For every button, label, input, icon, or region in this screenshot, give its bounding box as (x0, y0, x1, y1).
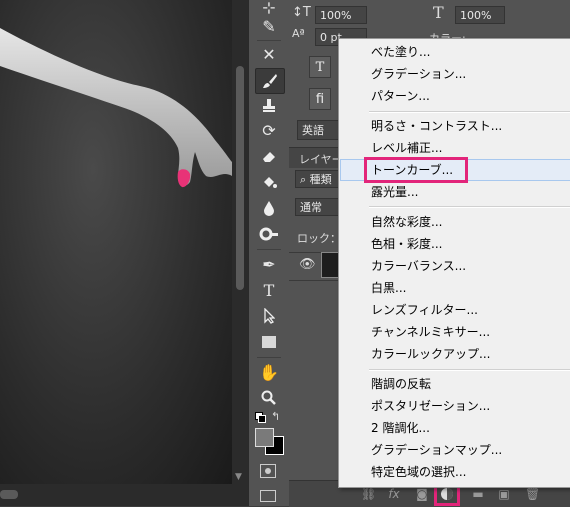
language-select[interactable]: 英語 (297, 120, 341, 140)
healing-brush-icon[interactable]: ✕ (255, 42, 283, 66)
swap-colors-icon[interactable]: ↰ (271, 410, 280, 423)
menu-item-gradient[interactable]: グラデーション... (371, 64, 570, 84)
leading-icon: ↕T (292, 5, 311, 20)
hand-icon[interactable]: ✋ (255, 360, 283, 384)
ligature-icon[interactable]: fi (309, 88, 331, 110)
menu-item-threshold[interactable]: 2 階調化... (371, 418, 570, 438)
vertical-scroll-thumb[interactable] (236, 66, 244, 290)
photo-hand (0, 28, 232, 188)
menu-item-black-white[interactable]: 白黒... (371, 278, 570, 298)
path-select-icon[interactable] (255, 304, 283, 328)
lock-label: ロック： (297, 232, 341, 245)
type-icon[interactable]: T (255, 278, 283, 302)
horizontal-scrollbar[interactable] (0, 484, 248, 506)
blur-icon[interactable] (255, 196, 283, 220)
menu-item-selective-color[interactable]: 特定色域の選択... (371, 462, 570, 482)
screen-mode-icon[interactable] (260, 490, 276, 502)
pen-icon[interactable]: ✒ (255, 252, 283, 276)
eye-visibility-icon[interactable]: 👁 (299, 257, 316, 272)
group-folder-icon[interactable]: ▬ (471, 487, 485, 501)
layers-tab[interactable]: レイヤー (299, 151, 343, 167)
trash-icon[interactable]: 🗑 (525, 487, 540, 501)
fx-icon[interactable]: fx (387, 487, 401, 501)
layer-search-field[interactable]: ⌕ 種類 (295, 170, 339, 188)
move-icon[interactable]: ⊹ (255, 0, 283, 17)
dodge-icon[interactable] (255, 222, 283, 246)
vertical-scrollbar[interactable]: ▼ (232, 0, 248, 486)
menu-item-color-balance[interactable]: カラーバランス... (371, 256, 570, 276)
eyedropper-icon[interactable]: ✎ (255, 14, 283, 38)
menu-item-gradient-map[interactable]: グラデーションマップ... (371, 440, 570, 460)
menu-item-solid-color[interactable]: べた塗り... (371, 42, 570, 62)
vertical-scale-icon: T (433, 3, 444, 22)
paint-bucket-icon[interactable] (255, 170, 283, 194)
rectangle-icon[interactable] (255, 330, 283, 354)
menu-item-channel-mixer[interactable]: チャンネルミキサー... (371, 322, 570, 342)
menu-item-pattern[interactable]: パターン... (371, 86, 570, 106)
tracking-field[interactable]: 100% (455, 6, 505, 24)
default-colors-icon[interactable] (255, 412, 266, 423)
new-layer-icon[interactable]: ▣ (497, 487, 511, 501)
history-brush-icon[interactable]: ⟳ (255, 118, 283, 142)
menu-item-hue-saturation[interactable]: 色相・彩度... (371, 234, 570, 254)
blend-mode-select[interactable]: 通常 (295, 198, 339, 216)
quick-mask-icon[interactable] (260, 464, 276, 478)
link-icon[interactable]: ⛓ (361, 487, 376, 501)
brush-icon[interactable] (255, 68, 285, 94)
document-canvas[interactable] (0, 0, 232, 484)
menu-item-posterize[interactable]: ポスタリゼーション... (371, 396, 570, 416)
adjustment-layer-menu: べた塗り... グラデーション... パターン... 明るさ・コントラスト...… (338, 38, 570, 488)
horizontal-scroll-thumb[interactable] (0, 490, 18, 499)
zoom-icon[interactable] (255, 386, 283, 410)
foreground-color-swatch[interactable] (255, 428, 274, 447)
menu-item-curves[interactable]: トーンカーブ... (364, 157, 468, 183)
eraser-icon[interactable] (255, 144, 283, 168)
menu-item-color-lookup[interactable]: カラールックアップ... (371, 344, 570, 364)
tools-panel: ⊹ ✎ ✕ ⟳ ✒ T ✋ ↰ (248, 0, 290, 506)
menu-item-invert[interactable]: 階調の反転 (371, 374, 570, 394)
menu-item-photo-filter[interactable]: レンズフィルター... (371, 300, 570, 320)
scroll-down-arrow-icon[interactable]: ▼ (235, 472, 245, 482)
menu-item-levels[interactable]: レベル補正... (371, 138, 570, 158)
faux-bold-icon[interactable]: T (309, 56, 331, 78)
menu-item-exposure[interactable]: 露光量... (371, 182, 570, 202)
menu-item-brightness-contrast[interactable]: 明るさ・コントラスト... (371, 116, 570, 136)
menu-item-vibrance[interactable]: 自然な彩度... (371, 212, 570, 232)
search-icon: ⌕ (300, 173, 310, 186)
leading-field[interactable]: 100% (315, 6, 367, 24)
clone-stamp-icon[interactable] (255, 94, 283, 118)
mask-icon[interactable]: ◙ (415, 487, 429, 501)
baseline-shift-icon: Aª (292, 27, 305, 40)
search-placeholder: 種類 (309, 173, 332, 186)
